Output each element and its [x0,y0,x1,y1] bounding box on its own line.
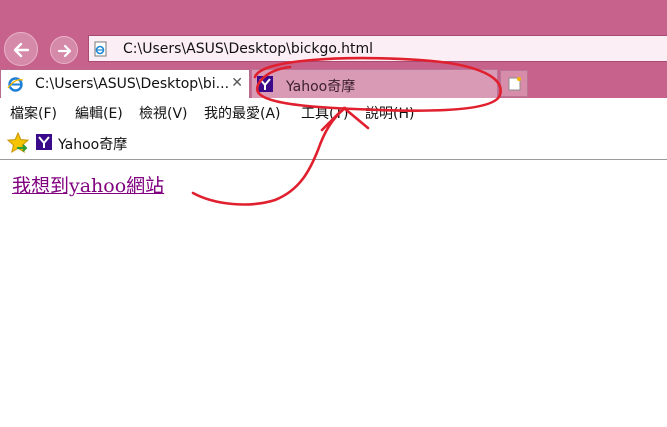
favorites-star-icon[interactable] [6,131,30,155]
new-tab-icon [508,77,521,91]
back-button[interactable] [4,32,38,66]
menu-view[interactable]: 檢視(V) [139,103,188,123]
yahoo-icon [257,76,273,92]
favorite-label: Yahoo奇摩 [58,137,128,153]
tab-local-file[interactable]: C:\Users\ASUS\Desktop\bi... ✕ [0,69,250,98]
menu-tools[interactable]: 工具(T) [301,103,348,123]
page-icon [94,41,107,57]
new-tab-button[interactable] [500,70,528,97]
close-tab-icon[interactable]: ✕ [231,75,243,91]
tab-label: C:\Users\ASUS\Desktop\bi... [35,76,230,92]
forward-button[interactable] [50,36,78,64]
favorites-bar: Yahoo奇摩 [0,126,667,160]
menu-bar: 檔案(F) 編輯(E) 檢視(V) 我的最愛(A) 工具(T) 說明(H) [0,98,667,126]
ie-icon [7,77,24,92]
menu-help[interactable]: 說明(H) [365,103,414,123]
arrow-right-icon [57,44,72,58]
address-url: C:\Users\ASUS\Desktop\bickgo.html [123,41,374,57]
menu-file[interactable]: 檔案(F) [10,103,57,123]
yahoo-link[interactable]: 我想到yahoo網站 [12,171,164,198]
menu-edit[interactable]: 編輯(E) [75,103,123,123]
yahoo-icon [36,134,52,150]
menu-favorites[interactable]: 我的最愛(A) [204,103,281,123]
arrow-left-icon [13,42,30,58]
tab-label: Yahoo奇摩 [286,79,356,95]
tab-yahoo[interactable]: Yahoo奇摩 [251,69,498,98]
address-bar[interactable]: C:\Users\ASUS\Desktop\bickgo.html [88,35,667,62]
